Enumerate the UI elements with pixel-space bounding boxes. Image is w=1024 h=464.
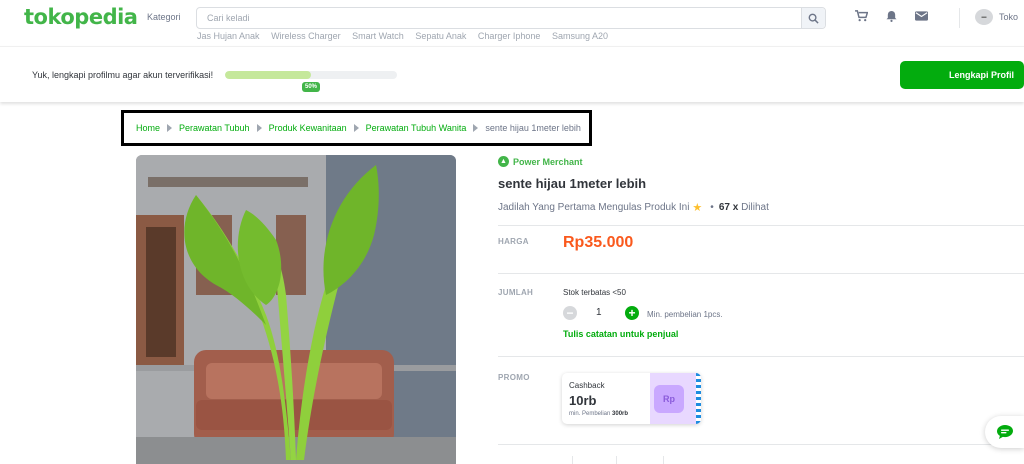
header-divider: [959, 8, 960, 28]
section-divider: [498, 225, 1024, 226]
progress-fill: [225, 71, 311, 79]
promo-amount: 10rb: [569, 393, 597, 408]
bottom-tab-strip: [498, 456, 798, 464]
quantity-increase-button[interactable]: +: [625, 306, 639, 320]
coupon-edge: [696, 373, 701, 424]
cart-icon[interactable]: [855, 10, 868, 22]
search-icon: [808, 13, 819, 24]
promo-kicker: Cashback: [569, 381, 605, 390]
kategori-menu[interactable]: Kategori: [147, 12, 181, 22]
quantity-label: JUMLAH: [498, 288, 534, 297]
promo-artwork: Rp: [650, 373, 701, 424]
breadcrumb-arrow-icon: [473, 124, 479, 132]
profile-progress-bar: [225, 71, 397, 79]
search-button[interactable]: [801, 8, 825, 28]
breadcrumb-current: sente hijau 1meter lebih: [485, 123, 581, 133]
complete-profile-button[interactable]: Lengkapi Profil: [900, 61, 1024, 89]
stock-info: Stok terbatas <50: [563, 288, 626, 297]
progress-percent-badge: 50%: [302, 82, 321, 92]
power-merchant-icon: ▲: [498, 156, 509, 167]
view-count-suffix: Dilihat: [741, 202, 769, 213]
tab-divider: [663, 456, 664, 464]
chat-icon: [996, 425, 1013, 439]
breadcrumb-arrow-icon: [256, 124, 262, 132]
price-label: HARGA: [498, 237, 529, 246]
trending-keyword[interactable]: Smart Watch: [352, 31, 404, 41]
breadcrumb-home[interactable]: Home: [136, 123, 160, 133]
plant-photo: [136, 155, 456, 464]
trending-keyword[interactable]: Samsung A20: [552, 31, 608, 41]
section-divider: [498, 356, 1024, 357]
meta-separator: •: [710, 202, 714, 213]
promo-min-prefix: min. Pembelian: [569, 411, 611, 417]
search-bar[interactable]: Cari keladi: [196, 7, 826, 29]
quantity-decrease-button[interactable]: −: [563, 306, 577, 320]
cashback-promo-card[interactable]: Cashback 10rb min. Pembelian 300rb Rp: [562, 373, 701, 424]
breadcrumb-perawatan-tubuh[interactable]: Perawatan Tubuh: [179, 123, 250, 133]
promo-min-purchase: min. Pembelian 300rb: [569, 411, 628, 417]
breadcrumb-produk-kewanitaan[interactable]: Produk Kewanitaan: [269, 123, 347, 133]
power-merchant-label: Power Merchant: [513, 156, 583, 167]
profile-prompt-text: Yuk, lengkapi profilmu agar akun terveri…: [32, 70, 214, 80]
trending-keyword[interactable]: Charger Iphone: [478, 31, 541, 41]
tokopedia-logo[interactable]: tokopedia: [24, 5, 138, 29]
chat-button[interactable]: [985, 416, 1024, 448]
header-actions: [855, 10, 928, 22]
section-divider: [498, 273, 1024, 274]
write-note-link[interactable]: Tulis catatan untuk penjual: [563, 329, 678, 339]
product-image[interactable]: [136, 155, 456, 464]
product-title: sente hijau 1meter lebih: [498, 176, 647, 191]
breadcrumb: Home Perawatan Tubuh Produk Kewanitaan P…: [121, 110, 592, 146]
trending-keyword[interactable]: Sepatu Anak: [415, 31, 466, 41]
product-price: Rp35.000: [563, 234, 634, 251]
search-input[interactable]: Cari keladi: [207, 13, 250, 23]
mail-icon[interactable]: [915, 11, 928, 21]
rupiah-coupon-icon: Rp: [654, 385, 684, 413]
trending-keyword[interactable]: Wireless Charger: [271, 31, 341, 41]
breadcrumb-perawatan-tubuh-wanita[interactable]: Perawatan Tubuh Wanita: [366, 123, 467, 133]
breadcrumb-arrow-icon: [353, 124, 359, 132]
star-icon: ★: [692, 202, 703, 214]
shop-avatar[interactable]: ▬: [975, 9, 993, 25]
quantity-input[interactable]: 1: [596, 307, 602, 318]
trending-keywords: Jas Hujan Anak Wireless Charger Smart Wa…: [197, 31, 617, 41]
promo-label: PROMO: [498, 373, 530, 382]
toko-link[interactable]: Toko: [999, 12, 1018, 22]
bell-icon[interactable]: [886, 10, 897, 22]
trending-keyword[interactable]: Jas Hujan Anak: [197, 31, 260, 41]
review-prompt[interactable]: Jadilah Yang Pertama Mengulas Produk Ini: [498, 202, 689, 213]
breadcrumb-arrow-icon: [167, 124, 173, 132]
view-count-value: 67 x: [718, 202, 739, 213]
profile-completion-banner: Yuk, lengkapi profilmu agar akun terveri…: [0, 46, 1024, 102]
view-count: 67 x Dilihat: [719, 202, 769, 213]
tab-divider: [572, 456, 573, 464]
top-navbar: tokopedia Kategori Cari keladi Jas Hujan…: [0, 0, 1024, 46]
tab-divider: [616, 456, 617, 464]
product-meta: Jadilah Yang Pertama Mengulas Produk Ini…: [498, 201, 769, 214]
power-merchant-badge: ▲ Power Merchant: [498, 156, 583, 167]
section-divider: [498, 444, 1024, 445]
min-purchase-text: Min. pembelian 1pcs.: [647, 310, 723, 319]
promo-min-value: 300rb: [612, 411, 629, 417]
